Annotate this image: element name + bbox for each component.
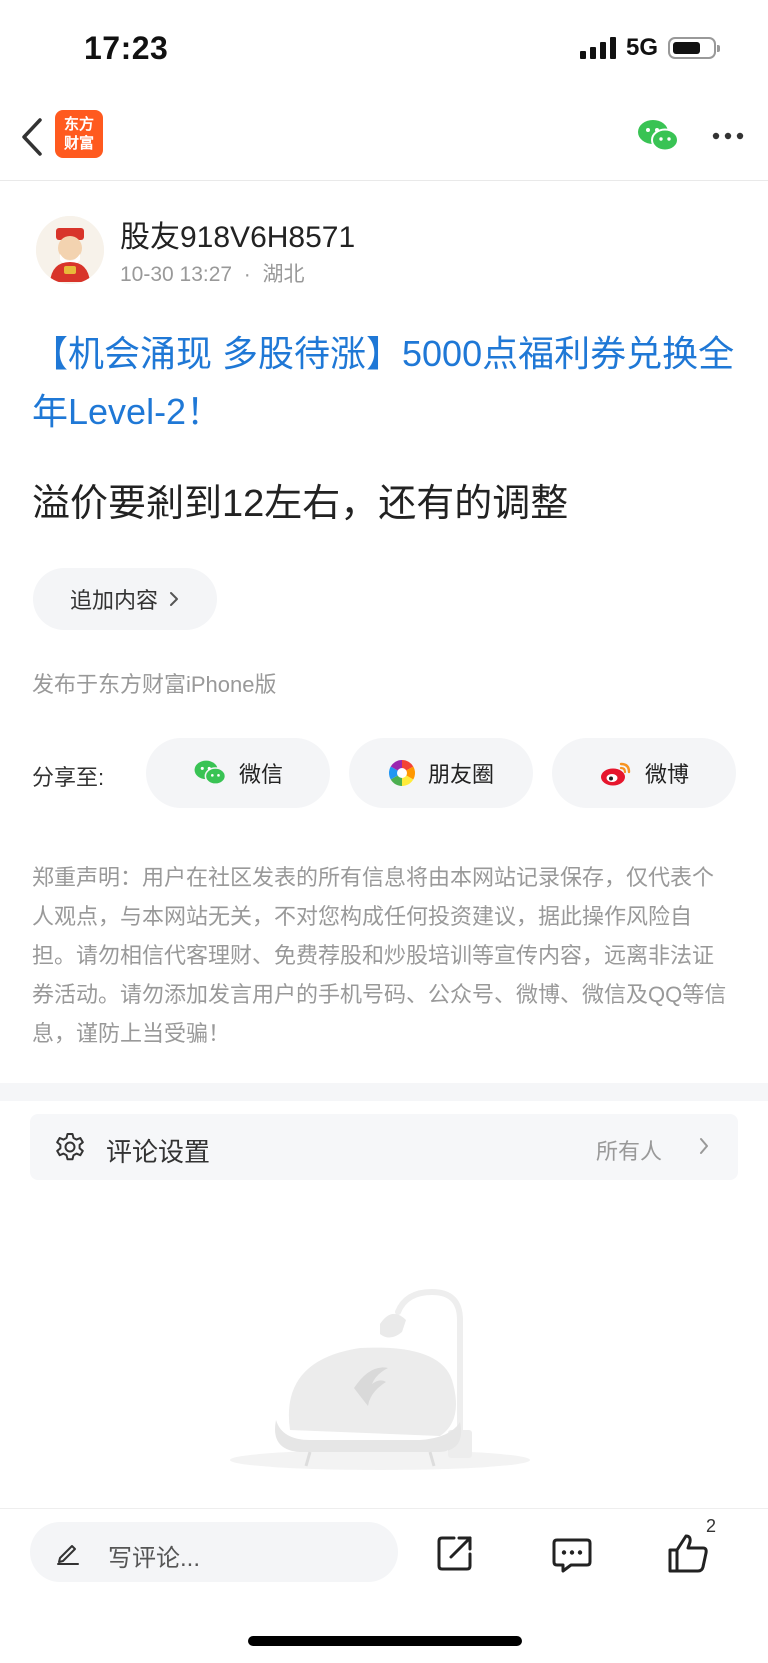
post-location: 湖北 — [262, 263, 305, 286]
avatar[interactable] — [36, 216, 104, 284]
more-icon — [712, 132, 744, 140]
share-moments-button[interactable]: 朋友圈 — [349, 738, 533, 808]
share-weibo-button[interactable]: 微博 — [552, 738, 736, 808]
wechat-icon — [194, 760, 227, 785]
comment-icon — [552, 1538, 592, 1573]
signal-icon — [579, 37, 616, 59]
share-weibo-label: 微博 — [644, 762, 689, 787]
published-from: 发布于东方财富iPhone版 — [32, 672, 277, 697]
comment-input[interactable]: 写评论... — [30, 1522, 398, 1582]
comment-settings-row[interactable]: 评论设置 所有人 — [30, 1114, 738, 1180]
section-divider — [0, 1083, 768, 1101]
moments-icon — [388, 760, 415, 786]
network-type: 5G — [625, 34, 658, 61]
weibo-icon — [600, 762, 631, 786]
back-icon — [22, 118, 42, 156]
post-body: 溢价要剎到12左右，还有的调整 — [32, 483, 569, 525]
share-label: 分享至: — [32, 765, 105, 790]
chevron-right-icon — [170, 592, 178, 606]
bottom-bar-divider — [0, 1508, 768, 1509]
comment-placeholder: 写评论... — [108, 1545, 201, 1572]
post-title-link[interactable]: 【机会涌现 多股待涨】5000点福利券兑换全年Level-2！ — [32, 325, 742, 441]
share-moments-label: 朋友圈 — [427, 762, 494, 787]
empty-comments-illustration — [230, 1288, 530, 1470]
post-time: 10-30 13:27 — [120, 263, 233, 286]
wechat-share-button[interactable] — [636, 118, 680, 154]
logo-line1: 东方 — [63, 116, 94, 133]
gear-icon — [56, 1133, 84, 1161]
more-button[interactable] — [708, 123, 748, 149]
comment-button[interactable] — [547, 1528, 597, 1578]
back-button[interactable] — [16, 112, 52, 162]
meta-separator: · — [243, 263, 251, 286]
share-button[interactable] — [430, 1528, 480, 1578]
avatar-image — [36, 216, 104, 284]
edit-icon — [57, 1545, 79, 1565]
home-indicator[interactable] — [248, 1636, 522, 1646]
append-label: 追加内容 — [69, 588, 158, 613]
disclaimer: 郑重声明：用户在社区发表的所有信息将由本网站记录保存，仅代表个人观点，与本网站无… — [32, 865, 727, 1046]
comment-settings-value: 所有人 — [595, 1139, 662, 1164]
battery-icon — [668, 37, 720, 59]
post-meta: 10-30 13:27 · 湖北 — [120, 258, 304, 288]
share-wechat-button[interactable]: 微信 — [146, 738, 330, 808]
status-time: 17:23 — [84, 30, 169, 66]
share-icon — [437, 1536, 472, 1571]
logo-line2: 财富 — [63, 135, 94, 152]
status-indicators: 5G — [579, 34, 720, 62]
like-count: 2 — [706, 1516, 717, 1536]
append-content-button[interactable]: 追加内容 — [33, 568, 217, 630]
author-name[interactable]: 股友918V6H8571 — [120, 212, 355, 256]
comment-settings-label: 评论设置 — [106, 1137, 211, 1167]
chevron-right-icon — [700, 1138, 708, 1154]
share-wechat-label: 微信 — [238, 762, 283, 787]
app-logo: 东方 财富 — [55, 110, 103, 158]
wechat-icon — [638, 120, 679, 152]
nav-divider — [0, 180, 768, 181]
